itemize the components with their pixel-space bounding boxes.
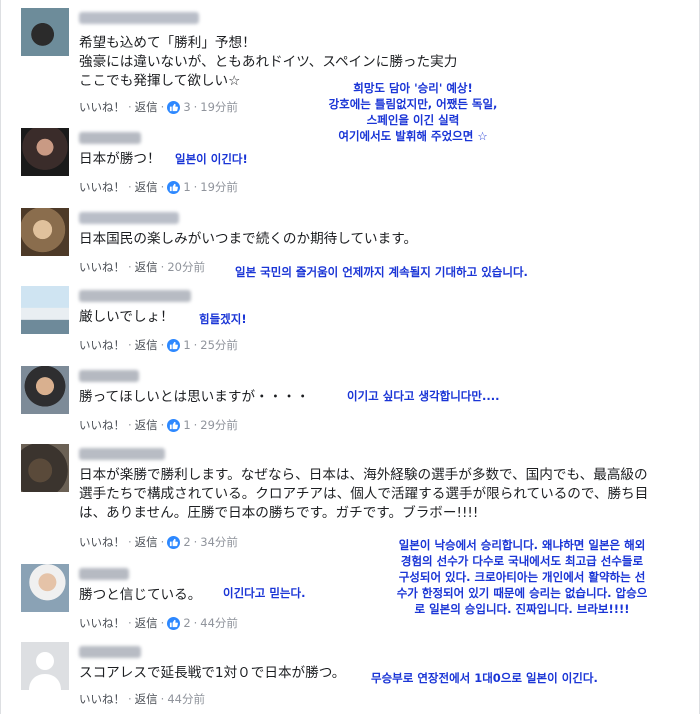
comment-actions: いいね！ · 返信 · 1 · 29分前 bbox=[79, 417, 238, 433]
translation-overlay: 일본 국민의 즐거움이 언제까지 계속될지 기대하고 있습니다. bbox=[235, 265, 528, 279]
translation-overlay: 힘들겠지! bbox=[199, 312, 247, 326]
like-link[interactable]: いいね！ bbox=[79, 615, 125, 631]
translation-overlay: 일본이 낙승에서 승리합니다. 왜냐하면 일본은 해외 경험의 선수가 다수로 … bbox=[367, 537, 677, 617]
translation-overlay: 희망도 담아 '승리' 예상! 강호에는 틀림없지만, 어쨌든 독일, 스페인을… bbox=[313, 80, 513, 144]
comment-line: スコアレスで延長戦で1対０で日本が勝つ。 bbox=[79, 665, 346, 681]
timestamp[interactable]: 19分前 bbox=[200, 99, 238, 115]
timestamp[interactable]: 34分前 bbox=[200, 534, 238, 550]
translation-line: 일본이 낙승에서 승리합니다. 왜냐하면 일본은 해외 bbox=[398, 538, 646, 552]
comment-line: 勝つと信じている。 bbox=[79, 587, 202, 603]
comment-actions: いいね！ · 返信 · 1 · 25分前 bbox=[79, 337, 238, 353]
like-count[interactable]: 2 bbox=[183, 535, 190, 549]
reply-link[interactable]: 返信 bbox=[135, 99, 158, 115]
comment-line: 日本が楽勝で勝利します。なぜなら、日本は、海外経験の選手が多数で、国内でも、最高… bbox=[79, 467, 648, 483]
reply-link[interactable]: 返信 bbox=[135, 337, 158, 353]
comment-text: 勝ってほしいとは思いますが・・・・ bbox=[79, 388, 309, 407]
like-count[interactable]: 3 bbox=[183, 100, 190, 114]
comment-line: 日本が勝つ！ bbox=[79, 151, 161, 167]
comment-actions: いいね！ · 返信 · 20分前 bbox=[79, 259, 205, 275]
comment-line: は、ありません。圧勝で日本の勝ちです。ガチです。ブラボー!!!! bbox=[79, 505, 479, 521]
comment-text: 日本が勝つ！ bbox=[79, 150, 161, 169]
thumbs-up-icon bbox=[167, 418, 181, 432]
commenter-name-blurred[interactable] bbox=[79, 448, 165, 460]
comment-line: 強豪には違いないが、ともあれドイツ、スペインに勝った実力 bbox=[79, 54, 458, 70]
comment-line: 日本国民の楽しみがいつまで続くのか期待しています。 bbox=[79, 231, 418, 247]
commenter-name-blurred[interactable] bbox=[79, 212, 179, 224]
reply-link[interactable]: 返信 bbox=[135, 179, 158, 195]
comment-feed: 希望も込めて「勝利」予想！ 強豪には違いないが、ともあれドイツ、スペインに勝った… bbox=[0, 0, 700, 714]
like-count[interactable]: 1 bbox=[183, 180, 190, 194]
timestamp[interactable]: 25分前 bbox=[200, 337, 238, 353]
reply-link[interactable]: 返信 bbox=[135, 534, 158, 550]
timestamp[interactable]: 19分前 bbox=[200, 179, 238, 195]
like-link[interactable]: いいね！ bbox=[79, 99, 125, 115]
translation-line: 구성되어 있다. 크로아티아는 개인에서 활약하는 선 bbox=[398, 570, 646, 584]
comment-line: 希望も込めて「勝利」予想！ bbox=[79, 35, 256, 51]
comment-line: 選手たちで構成されている。クロアチアは、個人で活躍する選手が限られているので、勝… bbox=[79, 486, 649, 502]
like-link[interactable]: いいね！ bbox=[79, 691, 125, 707]
like-link[interactable]: いいね！ bbox=[79, 259, 125, 275]
comment-actions: いいね！ · 返信 · 3 · 19分前 bbox=[79, 99, 238, 115]
avatar[interactable] bbox=[21, 564, 69, 612]
reply-link[interactable]: 返信 bbox=[135, 417, 158, 433]
comment-line: 勝ってほしいとは思いますが・・・・ bbox=[79, 389, 310, 405]
avatar-placeholder[interactable] bbox=[21, 642, 69, 690]
translation-overlay: 일본이 이긴다! bbox=[175, 152, 248, 166]
thumbs-up-icon bbox=[167, 100, 181, 114]
comment-text: 厳しいでしょ！ bbox=[79, 308, 174, 327]
avatar[interactable] bbox=[21, 128, 69, 176]
thumbs-up-icon bbox=[167, 180, 181, 194]
like-count[interactable]: 1 bbox=[183, 418, 190, 432]
comment-actions: いいね！ · 返信 · 2 · 44分前 bbox=[79, 615, 238, 631]
timestamp[interactable]: 44分前 bbox=[200, 615, 238, 631]
avatar[interactable] bbox=[21, 286, 69, 334]
translation-line: 수가 한정되어 있기 때문에 승리는 없습니다. 압승으 bbox=[396, 586, 648, 600]
commenter-name-blurred[interactable] bbox=[79, 132, 141, 144]
default-user-icon bbox=[29, 652, 61, 690]
translation-line: 희망도 담아 '승리' 예상! bbox=[353, 81, 473, 95]
avatar[interactable] bbox=[21, 366, 69, 414]
reply-link[interactable]: 返信 bbox=[135, 259, 158, 275]
like-link[interactable]: いいね！ bbox=[79, 179, 125, 195]
like-count[interactable]: 1 bbox=[183, 338, 190, 352]
commenter-name-blurred[interactable] bbox=[79, 370, 139, 382]
like-count[interactable]: 2 bbox=[183, 616, 190, 630]
reply-link[interactable]: 返信 bbox=[135, 615, 158, 631]
commenter-name-blurred[interactable] bbox=[79, 568, 129, 580]
comment-actions: いいね！ · 返信 · 44分前 bbox=[79, 691, 205, 707]
thumbs-up-icon bbox=[167, 535, 181, 549]
like-link[interactable]: いいね！ bbox=[79, 534, 125, 550]
commenter-name-blurred[interactable] bbox=[79, 646, 141, 658]
translation-overlay: 무승부로 연장전에서 1대0으로 일본이 이긴다. bbox=[371, 671, 598, 685]
comment-text: 勝つと信じている。 bbox=[79, 586, 201, 605]
translation-overlay: 이긴다고 믿는다. bbox=[223, 586, 306, 600]
translation-line: 강호에는 틀림없지만, 어쨌든 독일, bbox=[328, 97, 498, 111]
translation-line: 여기에서도 발휘해 주었으면 ☆ bbox=[338, 129, 488, 143]
translation-line: 스페인을 이긴 실력 bbox=[366, 113, 460, 127]
avatar[interactable] bbox=[21, 208, 69, 256]
comment-text: 日本が楽勝で勝利します。なぜなら、日本は、海外経験の選手が多数で、国内でも、最高… bbox=[79, 466, 648, 523]
translation-overlay: 이기고 싶다고 생각합니다만.... bbox=[347, 389, 500, 403]
like-link[interactable]: いいね！ bbox=[79, 337, 125, 353]
reply-link[interactable]: 返信 bbox=[135, 691, 158, 707]
comment-actions: いいね！ · 返信 · 2 · 34分前 bbox=[79, 534, 238, 550]
comment-actions: いいね！ · 返信 · 1 · 19分前 bbox=[79, 179, 238, 195]
thumbs-up-icon bbox=[167, 338, 181, 352]
thumbs-up-icon bbox=[167, 616, 181, 630]
timestamp[interactable]: 44分前 bbox=[167, 691, 205, 707]
commenter-name-blurred[interactable] bbox=[79, 290, 191, 302]
comment-text: スコアレスで延長戦で1対０で日本が勝つ。 bbox=[79, 664, 345, 683]
avatar[interactable] bbox=[21, 444, 69, 492]
comment-text: 日本国民の楽しみがいつまで続くのか期待しています。 bbox=[79, 230, 417, 249]
like-link[interactable]: いいね！ bbox=[79, 417, 125, 433]
translation-line: 로 일본의 승입니다. 진짜입니다. 브라보!!!! bbox=[414, 602, 630, 616]
timestamp[interactable]: 29分前 bbox=[200, 417, 238, 433]
commenter-name-blurred[interactable] bbox=[79, 12, 199, 24]
comment-line: 厳しいでしょ！ bbox=[79, 309, 174, 325]
avatar[interactable] bbox=[21, 8, 69, 56]
translation-line: 경험의 선수가 다수로 국내에서도 최고급 선수들로 bbox=[400, 554, 644, 568]
timestamp[interactable]: 20分前 bbox=[167, 259, 205, 275]
